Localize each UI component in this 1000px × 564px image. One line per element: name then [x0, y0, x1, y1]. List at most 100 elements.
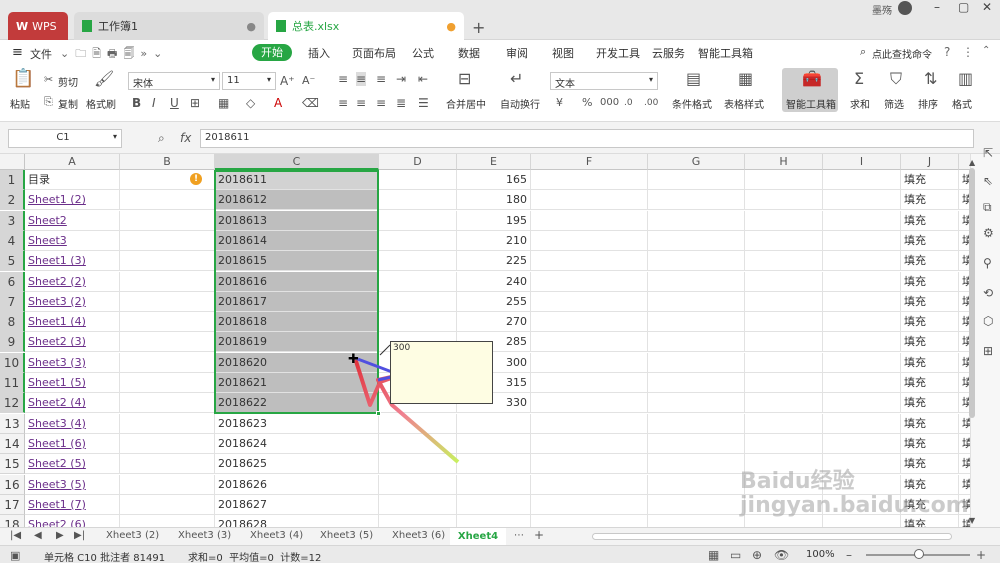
wrap-text-icon[interactable]: ↵: [510, 71, 523, 87]
cell-j-6[interactable]: 填充: [901, 271, 959, 292]
cell-j-7[interactable]: 填充: [901, 291, 959, 312]
cell-j-9[interactable]: 填充: [901, 332, 959, 353]
page-view-icon[interactable]: ▭: [730, 548, 741, 562]
distribute-icon[interactable]: ☰: [418, 96, 429, 110]
cell-h-2[interactable]: [745, 190, 823, 211]
help-icon[interactable]: ?: [944, 45, 950, 59]
cell-f-17[interactable]: [531, 494, 648, 515]
number-format-select[interactable]: 文本 ▾: [550, 72, 658, 90]
clear-format-icon[interactable]: ⌫: [302, 96, 319, 110]
side-apps-icon[interactable]: ⊞: [983, 344, 993, 358]
cell-g-18[interactable]: [648, 515, 745, 527]
cell-e-1[interactable]: 165: [457, 170, 531, 190]
cell-g-11[interactable]: [648, 373, 745, 393]
row-header[interactable]: 17: [0, 494, 25, 515]
cell-g-2[interactable]: [648, 190, 745, 211]
sum-button[interactable]: 求和: [850, 96, 870, 111]
side-settings-icon[interactable]: ⚙: [983, 226, 994, 240]
cell-j-4[interactable]: 填充: [901, 230, 959, 251]
cell-h-12[interactable]: [745, 393, 823, 414]
cell-a-7[interactable]: Sheet3 (2): [25, 291, 120, 312]
cell-h-9[interactable]: [745, 332, 823, 353]
cell-b-2[interactable]: [120, 190, 215, 211]
font-size-select[interactable]: 11 ▾: [222, 72, 276, 90]
cell-d-8[interactable]: [379, 312, 457, 333]
cell-g-7[interactable]: [648, 291, 745, 312]
cell-a-12[interactable]: Sheet2 (4): [25, 393, 120, 414]
row-header[interactable]: 12: [0, 393, 25, 414]
cell-g-8[interactable]: [648, 312, 745, 333]
tab-view[interactable]: 视图: [552, 45, 574, 61]
cell-f-5[interactable]: [531, 251, 648, 272]
minimize-icon[interactable]: –: [934, 0, 940, 14]
zoom-search-icon[interactable]: ⌕: [158, 131, 165, 145]
cell-a-4[interactable]: Sheet3: [25, 230, 120, 251]
reading-mode-icon[interactable]: 👁: [774, 548, 789, 562]
cell-f-18[interactable]: [531, 515, 648, 527]
cell-f-8[interactable]: [531, 312, 648, 333]
pointer-icon[interactable]: ⇱: [983, 146, 993, 160]
font-color-icon[interactable]: A: [274, 96, 282, 110]
cell-g-10[interactable]: [648, 352, 745, 373]
maximize-icon[interactable]: ▢: [958, 0, 969, 14]
format-painter-icon[interactable]: 🖌: [94, 71, 114, 87]
tab-cloud[interactable]: 云服务: [652, 45, 685, 61]
cell-c-4[interactable]: 2018614: [215, 230, 379, 251]
row-header[interactable]: 7: [0, 291, 25, 312]
cell-a-17[interactable]: Sheet1 (7): [25, 494, 120, 515]
filter-icon[interactable]: ⛉: [890, 71, 902, 87]
cell-b-17[interactable]: [120, 494, 215, 515]
cell-i-12[interactable]: [823, 393, 901, 414]
cell-d-5[interactable]: [379, 251, 457, 272]
select-all-corner[interactable]: [0, 154, 25, 170]
cell-a-8[interactable]: Sheet1 (4): [25, 312, 120, 333]
tab-developer[interactable]: 开发工具: [596, 45, 640, 61]
page-break-icon[interactable]: ⊕: [752, 548, 762, 562]
fill-color-icon[interactable]: ◇: [246, 96, 255, 110]
row-header[interactable]: 4: [0, 230, 25, 251]
sheet-tab[interactable]: Xheet3 (5): [320, 530, 373, 541]
cell-j-14[interactable]: 填充: [901, 433, 959, 454]
cell-f-6[interactable]: [531, 271, 648, 292]
cell-j-11[interactable]: 填充: [901, 373, 959, 393]
tab-page-layout[interactable]: 页面布局: [352, 45, 396, 61]
cell-d-13[interactable]: [379, 413, 457, 434]
file-menu[interactable]: 文件: [30, 46, 52, 62]
merge-center-button[interactable]: 合并居中: [446, 96, 486, 111]
format-painter-button[interactable]: 格式刷: [86, 96, 116, 111]
more-sheets-icon[interactable]: ⋯: [514, 530, 524, 541]
wps-app-tab[interactable]: W WPS: [8, 12, 68, 40]
cell-d-1[interactable]: [379, 170, 457, 190]
ribbon-quick-icons[interactable]: ⌄🗀🗎🖶🗐»⌄: [60, 45, 168, 64]
column-header[interactable]: A: [25, 154, 120, 170]
cell-f-16[interactable]: [531, 474, 648, 495]
cell-g-6[interactable]: [648, 271, 745, 292]
cell-a-15[interactable]: Sheet2 (5): [25, 454, 120, 475]
wrap-text-button[interactable]: 自动换行: [500, 96, 540, 111]
cell-e-18[interactable]: [457, 515, 531, 527]
cond-format-button[interactable]: 条件格式: [672, 96, 712, 111]
cell-c-2[interactable]: 2018612: [215, 190, 379, 211]
justify-icon[interactable]: ≣: [396, 96, 406, 110]
cell-b-12[interactable]: [120, 393, 215, 414]
sheet-tab[interactable]: Xheet3 (2): [106, 530, 159, 541]
cell-j-5[interactable]: 填充: [901, 251, 959, 272]
tab-dot-icon[interactable]: ●: [246, 20, 256, 33]
cell-c-3[interactable]: 2018613: [215, 210, 379, 231]
cell-e-16[interactable]: [457, 474, 531, 495]
column-header[interactable]: F: [531, 154, 648, 170]
cell-h-6[interactable]: [745, 271, 823, 292]
sum-icon[interactable]: Σ: [854, 71, 864, 87]
row-header[interactable]: 11: [0, 373, 25, 393]
cell-a-2[interactable]: Sheet1 (2): [25, 190, 120, 211]
cut-button[interactable]: 剪切: [58, 74, 78, 89]
cell-i-7[interactable]: [823, 291, 901, 312]
fill-handle[interactable]: [376, 410, 381, 416]
merge-style-icon[interactable]: ▦: [218, 96, 229, 110]
underline-icon[interactable]: U: [170, 96, 179, 110]
cell-e-15[interactable]: [457, 454, 531, 475]
cell-c-5[interactable]: 2018615: [215, 251, 379, 272]
cell-f-10[interactable]: [531, 352, 648, 373]
cell-f-4[interactable]: [531, 230, 648, 251]
cell-d-6[interactable]: [379, 271, 457, 292]
